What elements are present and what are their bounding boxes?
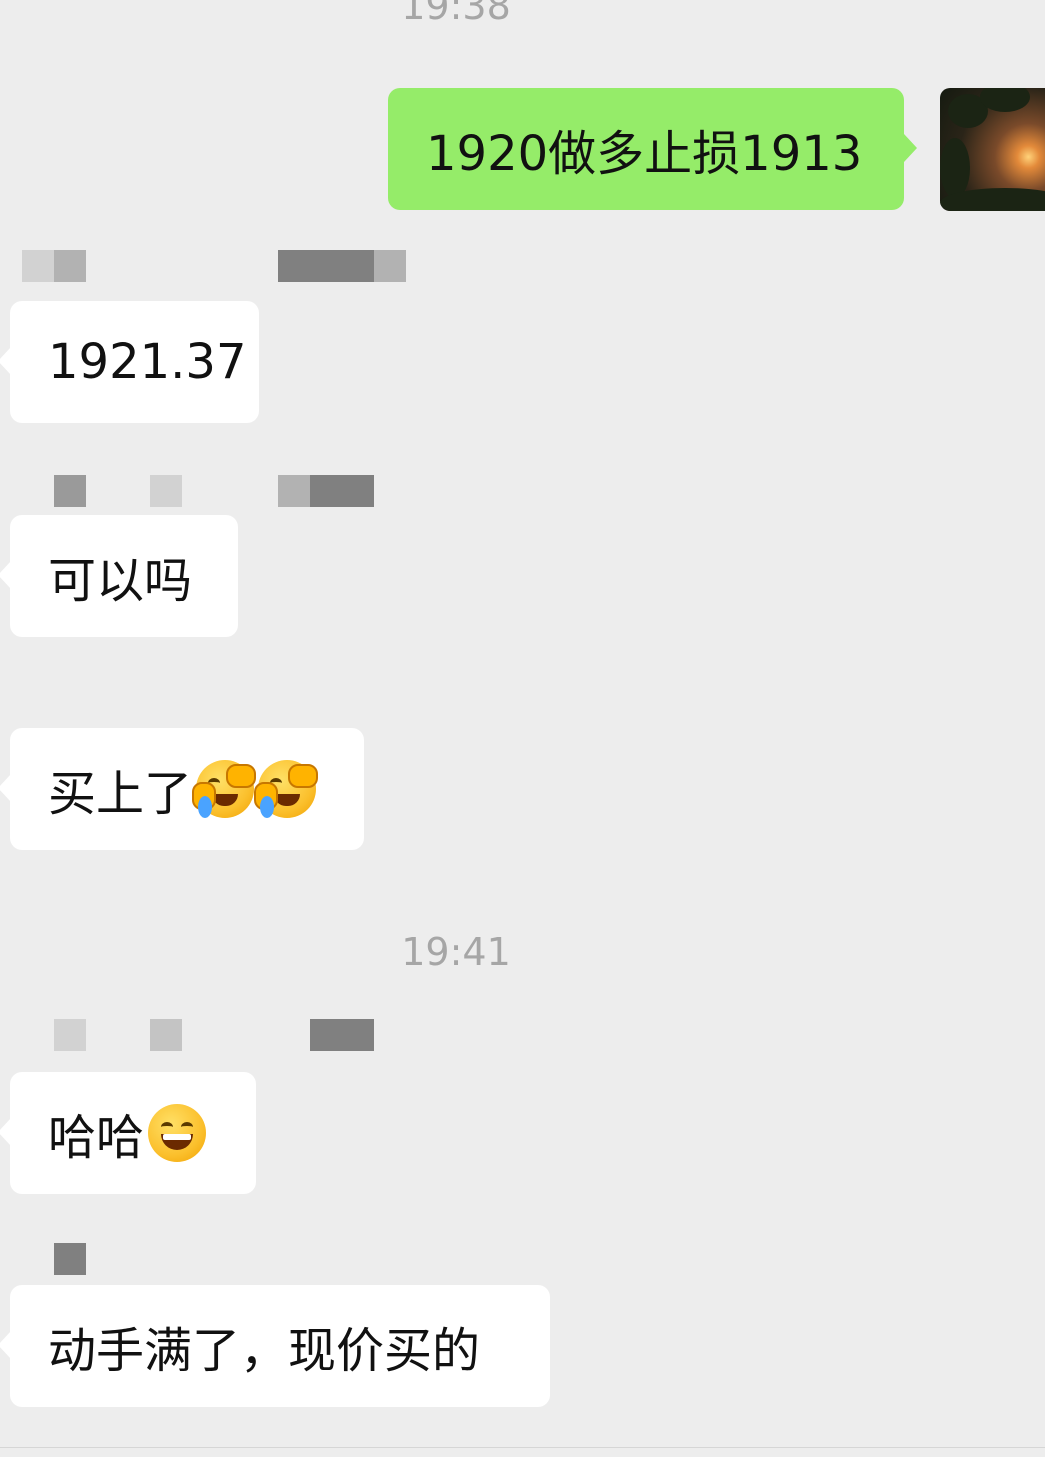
incoming-message-bubble[interactable]: 1921.37 xyxy=(0,301,259,423)
divider xyxy=(0,1447,1045,1448)
incoming-message-bubble[interactable]: 买上了 xyxy=(0,728,364,850)
message-text: 哈哈 xyxy=(48,1110,145,1166)
incoming-message-bubble[interactable]: 可以吗 xyxy=(0,515,238,637)
message-text: 买上了 xyxy=(48,766,193,822)
avatar-foliage xyxy=(940,138,970,198)
message-text: 动手满了，现价买的 xyxy=(48,1323,481,1379)
timestamp: 19:41 xyxy=(401,930,511,974)
sender-name-pixelated xyxy=(0,250,420,282)
face-palm-crying-emoji xyxy=(254,760,319,818)
message-text: 1920做多止损1913 xyxy=(426,126,863,182)
incoming-message-bubble[interactable]: 哈哈 xyxy=(0,1072,256,1194)
sender-name-pixelated xyxy=(0,1243,420,1275)
sender-name-pixelated xyxy=(0,475,420,507)
timestamp: 19:38 xyxy=(401,0,511,28)
message-text: 1921.37 xyxy=(48,334,247,390)
user-avatar[interactable] xyxy=(940,88,1045,211)
sender-name-pixelated xyxy=(0,1019,420,1051)
grinning-face-emoji xyxy=(148,1104,207,1162)
outgoing-message-bubble[interactable]: 1920做多止损1913 xyxy=(388,88,917,210)
message-text: 可以吗 xyxy=(48,553,193,609)
incoming-message-bubble[interactable]: 动手满了，现价买的 xyxy=(0,1285,550,1407)
face-palm-crying-emoji xyxy=(192,760,257,818)
chat-window: 19:38 1920做多止损1913 1921.37 可以吗 买上了 19:41… xyxy=(0,0,1045,1457)
